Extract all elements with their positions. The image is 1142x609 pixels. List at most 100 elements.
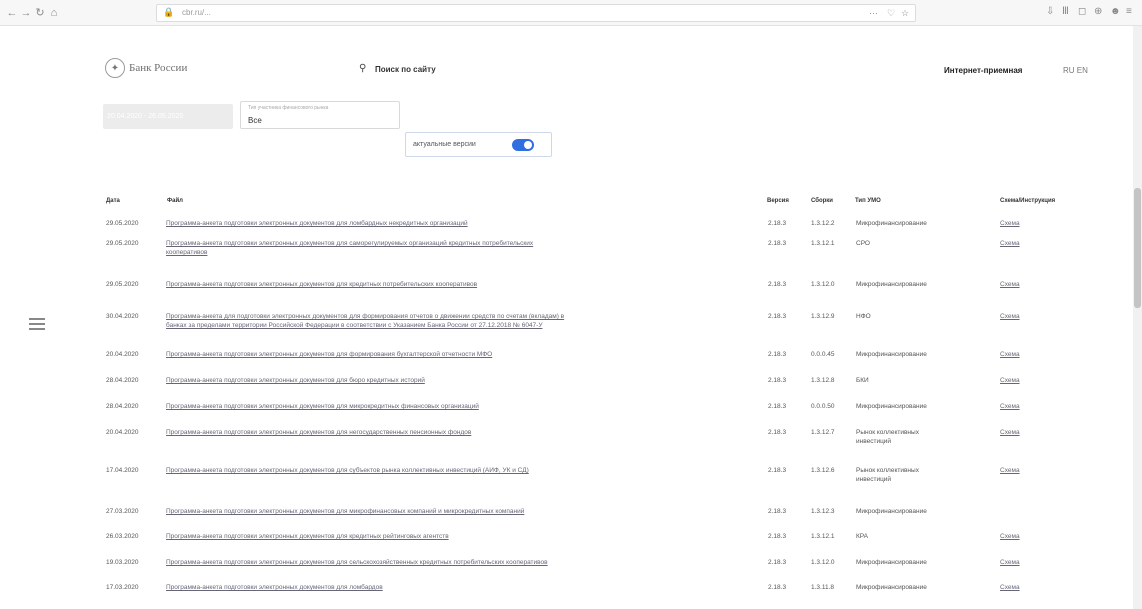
search-icon[interactable]: ⚲ — [359, 63, 366, 74]
site-logo-text[interactable]: Банк России — [129, 62, 187, 74]
schema-link[interactable]: Схема — [1000, 220, 1020, 227]
forward-icon[interactable]: → — [20, 6, 32, 20]
row-type: Микрофинансирование — [856, 220, 927, 227]
col-header-version: Версия — [767, 198, 789, 204]
row-build: 1.3.11.8 — [811, 584, 835, 591]
row-date: 20.04.2020 — [106, 429, 139, 436]
home-icon[interactable]: ⌂ — [48, 6, 60, 20]
file-link[interactable]: Программа-анкета подготовки электронных … — [166, 559, 756, 566]
schema-link[interactable]: Схема — [1000, 467, 1020, 474]
row-type: Микрофинансирование — [856, 403, 927, 410]
file-link[interactable]: банках за пределами территории Российско… — [166, 322, 756, 329]
row-date: 27.03.2020 — [106, 508, 139, 515]
scrollbar-thumb[interactable] — [1134, 188, 1141, 308]
schema-link[interactable]: Схема — [1000, 377, 1020, 384]
toggle-label: актуальные версии — [413, 141, 476, 148]
row-build: 1.3.12.9 — [811, 313, 835, 320]
file-link[interactable]: кооперативов — [166, 249, 756, 256]
sidebar-icon[interactable]: ◻ — [1078, 6, 1086, 17]
row-type: БКИ — [856, 377, 869, 384]
row-date: 29.05.2020 — [106, 220, 139, 227]
bookmark-star-icon[interactable]: ☆ — [901, 8, 909, 19]
row-version: 2.18.3 — [768, 559, 787, 566]
schema-link[interactable]: Схема — [1000, 403, 1020, 410]
row-type: Микрофинансирование — [856, 584, 927, 591]
file-link[interactable]: Программа-анкета подготовки электронных … — [166, 533, 756, 540]
file-link[interactable]: Программа-анкета подготовки электронных … — [166, 429, 756, 436]
address-bar[interactable]: 🔒 cbr.ru/... ··· ♡ ☆ — [156, 4, 916, 22]
row-version: 2.18.3 — [768, 377, 787, 384]
schema-link[interactable]: Схема — [1000, 240, 1020, 247]
library-icon[interactable]: Ⅲ — [1062, 6, 1069, 17]
back-icon[interactable]: ← — [6, 6, 18, 20]
site-search-link[interactable]: Поиск по сайту — [375, 65, 436, 74]
row-build: 1.3.12.3 — [811, 508, 835, 515]
row-type: СРО — [856, 240, 870, 247]
page-actions-icon[interactable]: ··· — [869, 8, 878, 18]
row-type: Микрофинансирование — [856, 508, 927, 515]
schema-link[interactable]: Схема — [1000, 533, 1020, 540]
file-link[interactable]: Программа-анкета подготовки электронных … — [166, 220, 756, 227]
row-type: НФО — [856, 313, 871, 320]
schema-link[interactable]: Схема — [1000, 559, 1020, 566]
internet-reception-link[interactable]: Интернет-приемная — [944, 66, 1022, 75]
row-build: 0.0.0.45 — [811, 351, 835, 358]
schema-link[interactable]: Схема — [1000, 281, 1020, 288]
schema-link[interactable]: Схема — [1000, 351, 1020, 358]
row-build: 1.3.12.6 — [811, 467, 835, 474]
lock-icon: 🔒 — [163, 7, 175, 17]
pocket-icon[interactable]: ♡ — [887, 8, 895, 19]
date-range-picker[interactable]: 20.04.2020 - 26.05.2020 — [103, 104, 233, 129]
extension-icon[interactable]: ⊕ — [1094, 6, 1102, 17]
schema-link[interactable]: Схема — [1000, 313, 1020, 320]
file-link[interactable]: Программа-анкета подготовки электронных … — [166, 240, 756, 247]
row-build: 1.3.12.2 — [811, 220, 835, 227]
col-header-type: Тип УМО — [855, 198, 881, 204]
schema-link[interactable]: Схема — [1000, 584, 1020, 591]
row-version: 2.18.3 — [768, 220, 787, 227]
row-version: 2.18.3 — [768, 533, 787, 540]
file-link[interactable]: Программа-анкета подготовки электронных … — [166, 584, 756, 591]
row-version: 2.18.3 — [768, 429, 787, 436]
account-icon[interactable]: ☻ — [1110, 6, 1121, 17]
reload-icon[interactable]: ↻ — [34, 6, 46, 20]
col-header-date: Дата — [106, 198, 120, 204]
file-link[interactable]: Программа-анкета подготовки электронных … — [166, 467, 756, 474]
row-version: 2.18.3 — [768, 467, 787, 474]
url-text[interactable]: cbr.ru/... — [182, 8, 211, 17]
row-date: 29.05.2020 — [106, 281, 139, 288]
select-value: Все — [248, 116, 262, 125]
schema-link[interactable]: Схема — [1000, 429, 1020, 436]
actual-versions-toggle[interactable] — [512, 139, 534, 151]
downloads-icon[interactable]: ⇩ — [1046, 6, 1054, 17]
row-version: 2.18.3 — [768, 508, 787, 515]
browser-menu-icon[interactable]: ≡ — [1126, 6, 1132, 17]
row-date: 26.03.2020 — [106, 533, 139, 540]
file-link[interactable]: Программа-анкета подготовки электронных … — [166, 403, 756, 410]
scrollbar-track[interactable] — [1133, 26, 1142, 609]
file-link[interactable]: Программа-анкета подготовки электронных … — [166, 351, 756, 358]
row-date: 17.03.2020 — [106, 584, 139, 591]
file-link[interactable]: Программа-анкета для подготовки электрон… — [166, 313, 756, 320]
row-type: инвестиций — [856, 476, 892, 483]
row-version: 2.18.3 — [768, 313, 787, 320]
file-link[interactable]: Программа-анкета подготовки электронных … — [166, 508, 756, 515]
actual-versions-filter[interactable]: актуальные версии — [405, 132, 552, 157]
row-date: 29.05.2020 — [106, 240, 139, 247]
bank-emblem-icon[interactable]: ✦ — [105, 58, 125, 78]
row-version: 2.18.3 — [768, 403, 787, 410]
hamburger-menu-icon[interactable] — [29, 318, 45, 330]
row-build: 1.3.12.7 — [811, 429, 835, 436]
language-switcher[interactable]: RU EN — [1063, 66, 1088, 75]
row-build: 0.0.0.50 — [811, 403, 835, 410]
select-caption: Тип участника финансового рынка — [248, 105, 329, 111]
file-link[interactable]: Программа-анкета подготовки электронных … — [166, 377, 756, 384]
row-date: 17.04.2020 — [106, 467, 139, 474]
row-build: 1.3.12.0 — [811, 559, 835, 566]
file-link[interactable]: Программа-анкета подготовки электронных … — [166, 281, 756, 288]
row-type: Микрофинансирование — [856, 559, 927, 566]
participant-type-select[interactable]: Тип участника финансового рынка Все — [240, 101, 400, 129]
row-build: 1.3.12.8 — [811, 377, 835, 384]
row-type: Микрофинансирование — [856, 281, 927, 288]
row-build: 1.3.12.1 — [811, 240, 835, 247]
